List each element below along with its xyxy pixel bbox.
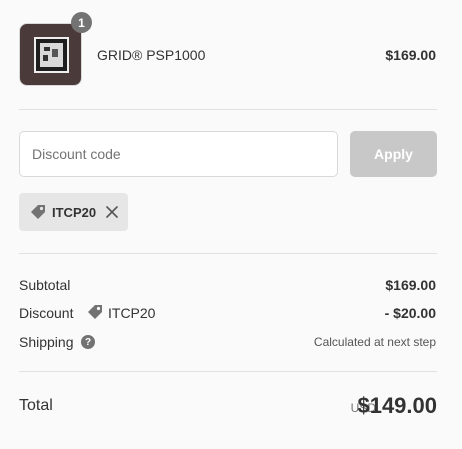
divider — [19, 371, 437, 372]
tag-icon — [87, 304, 103, 320]
divider — [19, 253, 437, 254]
divider — [19, 109, 437, 110]
subtotal-value: $169.00 — [385, 277, 436, 293]
product-thumbnail — [19, 23, 82, 86]
shipping-value: Calculated at next step — [313, 335, 436, 349]
quantity-badge: 1 — [71, 12, 92, 33]
product-price: $169.00 — [385, 47, 436, 63]
total-label: Total — [19, 397, 53, 414]
discount-value: - $20.00 — [384, 305, 436, 321]
discount-label: Discount — [19, 305, 74, 321]
question-circle-icon[interactable]: ? — [81, 335, 95, 349]
tag-icon — [30, 204, 46, 220]
discount-code-input[interactable] — [19, 131, 338, 177]
applied-discount-code: ITCP20 — [52, 204, 97, 220]
summary-discount-code: ITCP20 — [108, 305, 156, 321]
subtotal-label: Subtotal — [19, 277, 71, 293]
product-name: GRID® PSP1000 — [97, 47, 206, 63]
total-amount: $149.00 — [357, 393, 437, 418]
apply-discount-button[interactable]: Apply — [350, 131, 437, 177]
shipping-label: Shipping — [19, 334, 74, 350]
product-image — [34, 37, 69, 73]
applied-discount-tag: ITCP20 — [19, 193, 128, 231]
close-icon[interactable] — [106, 206, 118, 218]
